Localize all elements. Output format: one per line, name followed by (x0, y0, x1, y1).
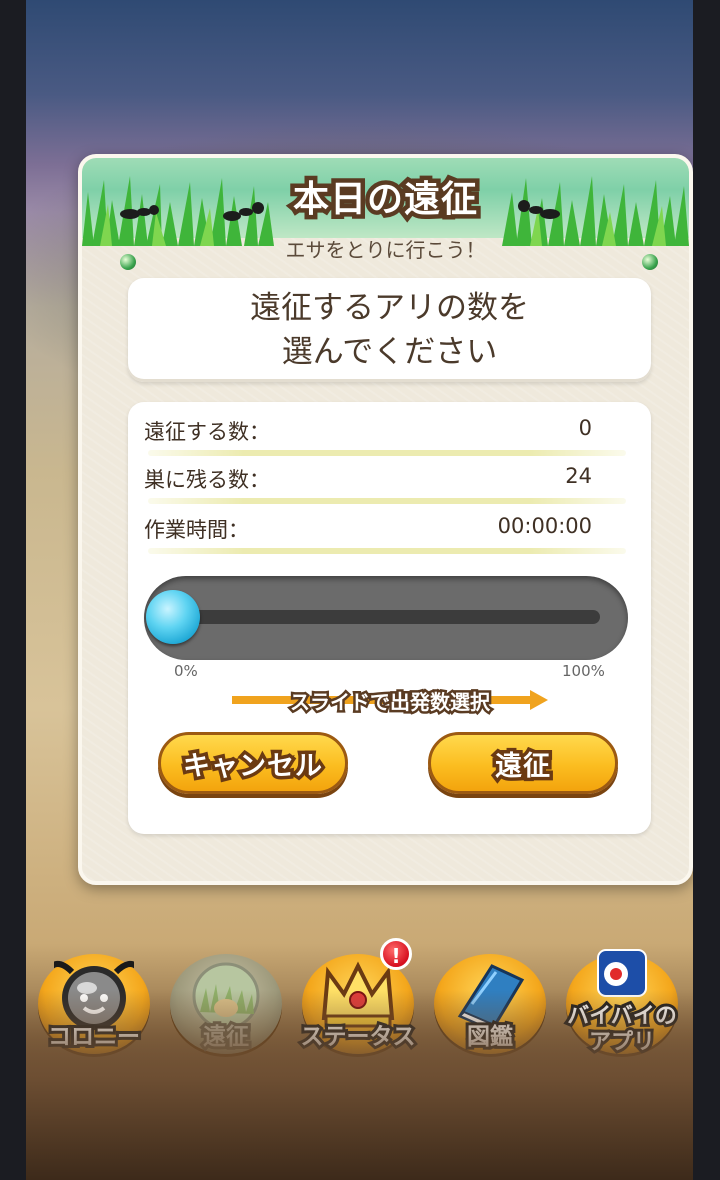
slider-min-label: 0% (174, 662, 198, 680)
selection-panel: 遠征する数： 0 巣に残る数： 24 作業時間： 00:00:00 0% 100… (128, 402, 651, 834)
instruction-box: 遠征するアリの数を 選んでください (128, 278, 651, 382)
expedition-button-label: 遠征 (492, 747, 554, 785)
nav-status[interactable]: ! ステータス (296, 938, 420, 1068)
stat-row-dispatch: 遠征する数： 0 (144, 416, 628, 456)
dialog-header: 本日の遠征 (82, 158, 689, 246)
nav-colony-label: コロニー (45, 1021, 143, 1053)
nav-status-label: ステータス (298, 1021, 419, 1053)
nav-apps[interactable]: バイバイの アプリ (560, 948, 684, 1068)
nav-apps-label: バイバイの アプリ (564, 1001, 680, 1058)
slider-knob[interactable] (146, 590, 200, 644)
dialog-subtitle: エサをとりに行こう！ (285, 238, 486, 262)
crown-icon (321, 961, 395, 1028)
stat-label: 遠征する数： (144, 420, 270, 444)
slide-hint-text: スライドで出発数選択 (288, 688, 493, 717)
stat-value: 24 (565, 464, 592, 488)
slider-groove (172, 610, 600, 624)
stat-label: 巣に残る数： (144, 468, 270, 492)
stat-row-remaining: 巣に残る数： 24 (144, 464, 628, 504)
instruction-line2: 選んでください (281, 334, 498, 370)
nav-expedition-label: 遠征 (200, 1021, 252, 1053)
cancel-button-label: キャンセル (180, 747, 326, 785)
pin-icon (120, 254, 136, 270)
cancel-button[interactable]: キャンセル (158, 732, 348, 794)
book-icon (457, 964, 525, 1032)
expedition-dialog: 本日の遠征 エサをとりに行こう！ 遠征するアリの数を 選んでください 遠征する数… (78, 154, 693, 885)
slider-max-label: 100% (562, 662, 605, 680)
dialog-title: 本日の遠征 (288, 175, 481, 225)
instruction-line1: 遠征するアリの数を (250, 290, 529, 326)
stat-label: 作業時間： (144, 518, 249, 542)
game-screen: 本日の遠征 エサをとりに行こう！ 遠征するアリの数を 選んでください 遠征する数… (26, 0, 693, 1180)
nav-encyclopedia[interactable]: 図鑑 (428, 948, 552, 1068)
expedition-icon (192, 962, 260, 1030)
pin-icon (642, 254, 658, 270)
ant-count-slider[interactable] (144, 576, 628, 660)
slide-hint: スライドで出発数選択 (232, 688, 548, 717)
nav-colony[interactable]: コロニー (32, 948, 156, 1068)
stat-value: 0 (578, 416, 592, 440)
stat-value: 00:00:00 (497, 514, 592, 538)
nav-encyclopedia-label: 図鑑 (464, 1021, 516, 1053)
stat-row-worktime: 作業時間： 00:00:00 (144, 514, 628, 554)
expedition-button[interactable]: 遠征 (428, 732, 618, 794)
ant-face-icon (54, 961, 134, 1030)
notification-badge: ! (380, 938, 412, 970)
nav-expedition[interactable]: 遠征 (164, 948, 288, 1068)
app-icon (597, 949, 647, 997)
